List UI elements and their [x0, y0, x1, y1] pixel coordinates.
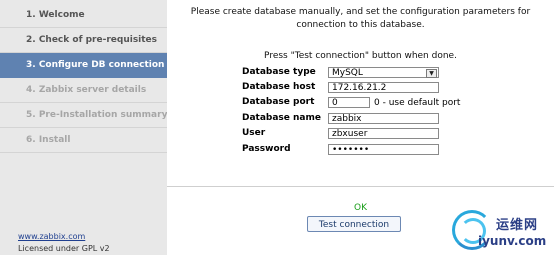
db-name-input[interactable]: zabbix — [328, 113, 439, 124]
step-configure-db[interactable]: 3. Configure DB connection — [0, 53, 167, 78]
password-input[interactable]: ••••••• — [328, 144, 439, 155]
db-type-value: MySQL — [332, 68, 363, 78]
wizard-steps-sidebar: 1. Welcome 2. Check of pre-requisites 3.… — [0, 0, 167, 255]
test-connection-button[interactable]: Test connection — [307, 216, 401, 232]
zabbix-link[interactable]: www.zabbix.com — [18, 232, 85, 241]
chevron-down-icon[interactable]: ▼ — [426, 69, 437, 78]
step-welcome[interactable]: 1. Welcome — [0, 3, 167, 28]
user-label: User — [242, 128, 266, 138]
watermark-logo: 运维网 iyunv.com — [448, 210, 554, 255]
hint-text: Press "Test connection" button when done… — [264, 51, 457, 61]
watermark-url: iyunv.com — [478, 234, 547, 248]
license-text: Licensed under GPL v2 — [18, 244, 110, 253]
sidebar-footer: www.zabbix.com Licensed under GPL v2 — [18, 231, 110, 255]
watermark-cn: 运维网 — [496, 218, 539, 233]
intro-text: Please create database manually, and set… — [190, 7, 531, 30]
db-port-label: Database port — [242, 97, 315, 107]
db-host-label: Database host — [242, 82, 316, 92]
db-port-input[interactable]: 0 — [328, 97, 370, 108]
divider — [167, 186, 554, 187]
db-port-hint: 0 - use default port — [374, 98, 461, 108]
db-host-input[interactable]: 172.16.21.2 — [328, 82, 439, 93]
step-server-details[interactable]: 4. Zabbix server details — [0, 78, 167, 103]
password-label: Password — [242, 144, 291, 154]
user-input[interactable]: zbxuser — [328, 128, 439, 139]
db-type-select[interactable]: MySQL ▼ — [328, 67, 439, 78]
step-install[interactable]: 6. Install — [0, 128, 167, 153]
step-prerequisites[interactable]: 2. Check of pre-requisites — [0, 28, 167, 53]
step-preinstall-summary[interactable]: 5. Pre-Installation summary — [0, 103, 167, 128]
db-type-label: Database type — [242, 67, 316, 77]
db-name-label: Database name — [242, 113, 321, 123]
